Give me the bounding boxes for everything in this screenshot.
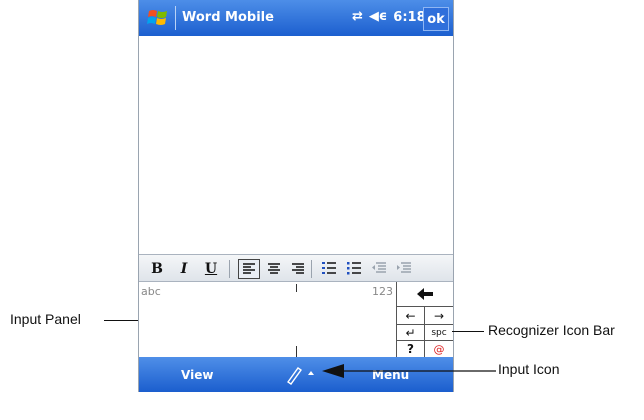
abc-label: abc [141, 285, 161, 298]
left-arrow-button[interactable]: ← [397, 307, 425, 325]
title-bar: Word Mobile ⇄ ◀ϵ 6:18 ok [139, 0, 453, 36]
numeric-label: 123 [372, 285, 393, 298]
question-button[interactable]: ? [397, 341, 425, 357]
space-button[interactable]: spc [425, 325, 453, 341]
bold-button[interactable]: B [148, 259, 166, 278]
callout-input-icon: Input Icon [498, 361, 560, 377]
connectivity-icon[interactable]: ⇄ [352, 9, 363, 25]
document-area[interactable] [139, 36, 453, 254]
backspace-button[interactable] [397, 282, 453, 307]
formatting-toolbar: B I U [139, 254, 453, 282]
callout-line [452, 331, 484, 332]
align-right-icon[interactable] [288, 259, 308, 278]
toolbar-separator [229, 260, 230, 278]
input-panel: abc 123 ← → ↵ spc ? @ [139, 282, 453, 357]
bulleted-list-icon[interactable] [344, 259, 364, 278]
windows-start-icon[interactable] [147, 8, 169, 28]
app-title: Word Mobile [182, 10, 274, 25]
right-arrow-button[interactable]: → [425, 307, 453, 325]
ok-button[interactable]: ok [423, 7, 449, 31]
divider-tick [296, 284, 297, 292]
title-separator [175, 6, 176, 30]
align-left-icon[interactable] [238, 259, 260, 279]
toolbar-separator [311, 260, 312, 278]
symbols-button[interactable]: @ [425, 341, 453, 357]
input-icon[interactable] [286, 365, 318, 385]
align-center-icon[interactable] [264, 259, 284, 278]
underline-button[interactable]: U [201, 259, 221, 278]
divider-tick [296, 346, 297, 357]
callout-recognizer-icon-bar: Recognizer Icon Bar [488, 322, 615, 338]
device-screen: Word Mobile ⇄ ◀ϵ 6:18 ok B I U abc 123 ←… [138, 0, 454, 392]
recognizer-icon-bar: ← → ↵ spc ? @ [397, 282, 453, 357]
indent-icon[interactable] [394, 259, 414, 278]
volume-icon[interactable]: ◀ϵ [369, 9, 387, 25]
status-area[interactable]: ⇄ ◀ϵ 6:18 [352, 9, 426, 25]
callout-arrow [322, 364, 496, 378]
writing-area[interactable]: abc 123 [139, 282, 397, 357]
enter-button[interactable]: ↵ [397, 325, 425, 341]
clock[interactable]: 6:18 [393, 10, 425, 25]
italic-button[interactable]: I [175, 259, 193, 278]
outdent-icon[interactable] [369, 259, 389, 278]
numbered-list-icon[interactable] [319, 259, 339, 278]
callout-input-panel: Input Panel [10, 311, 81, 327]
callout-line [104, 320, 138, 321]
view-softkey[interactable]: View [181, 368, 213, 382]
